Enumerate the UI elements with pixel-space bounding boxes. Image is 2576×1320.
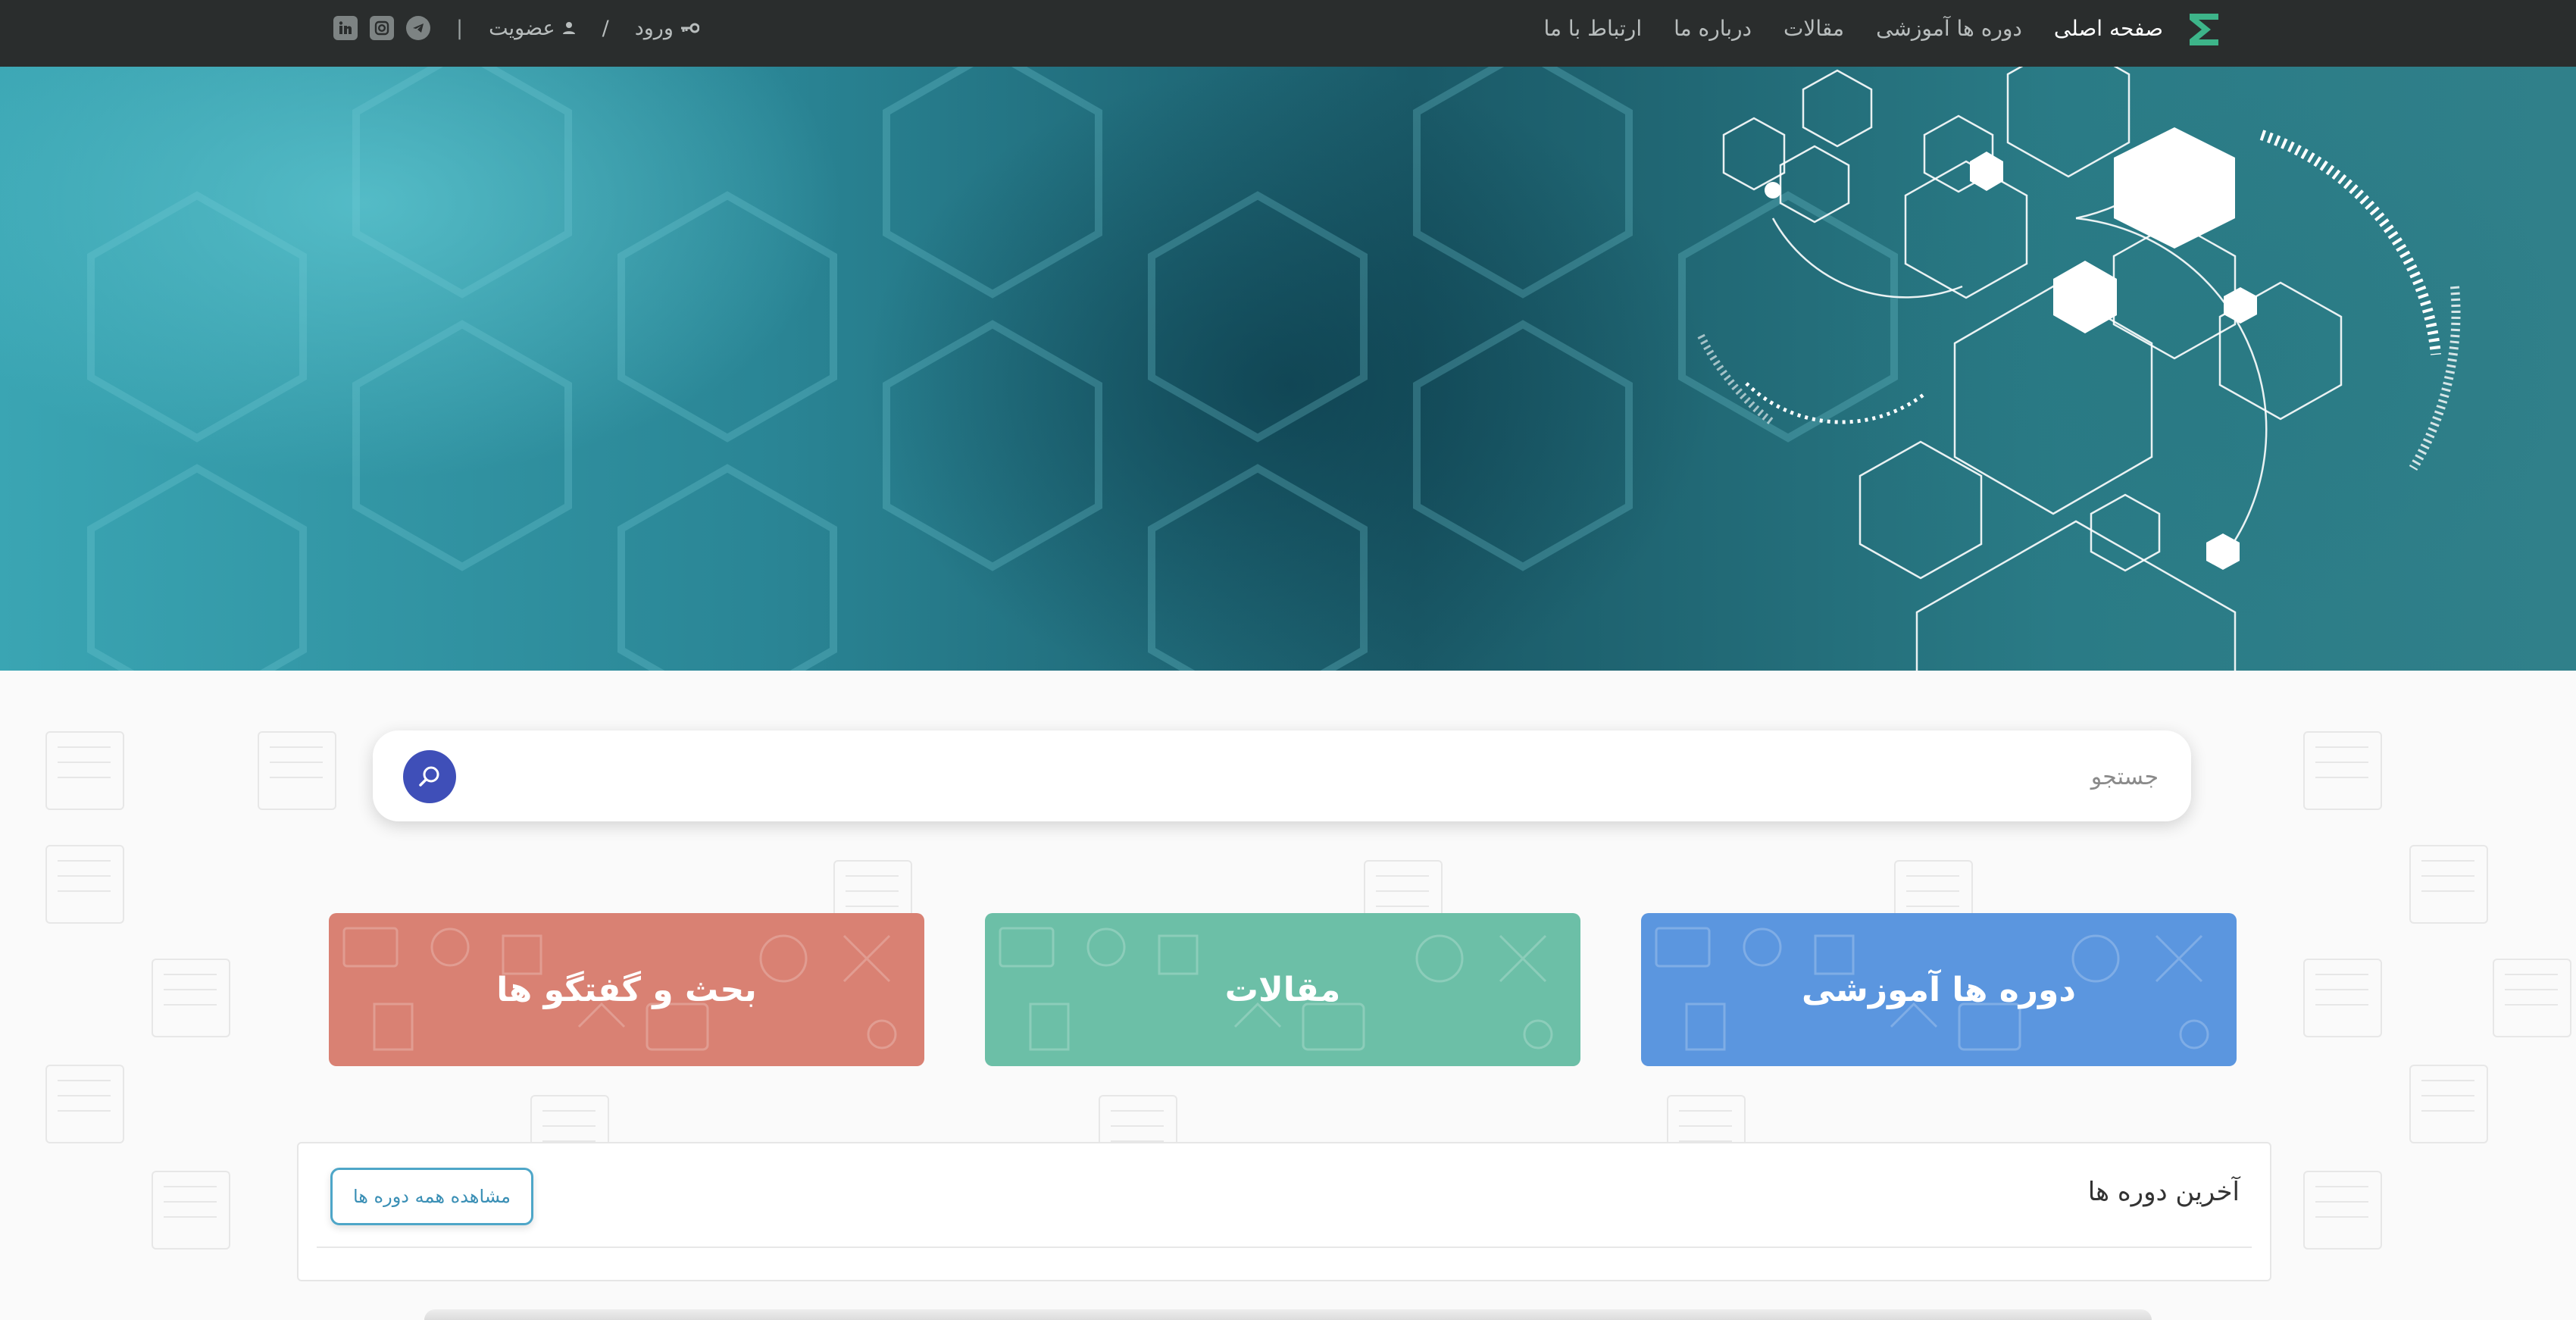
pattern-glyph [258,731,336,810]
search-button[interactable] [403,750,456,803]
key-icon [680,23,699,33]
pattern-glyph [2409,845,2488,924]
linkedin-icon[interactable] [333,16,358,40]
nav-item-courses[interactable]: دوره ها آموزشی [1876,16,2022,41]
latest-courses-panel: آخرین دوره ها مشاهده همه دوره ها [297,1142,2271,1281]
category-label-articles: مقالات [1224,970,1341,1009]
pattern-glyph [2303,731,2382,810]
category-label-forum: بحث و گفتگو ها [496,970,757,1009]
login-link[interactable]: ورود [635,17,699,40]
pattern-glyph [45,731,124,810]
category-card-articles[interactable]: مقالات [985,913,1580,1066]
login-label: ورود [634,16,674,40]
hero-banner [0,67,2576,671]
pattern-glyph [2303,1171,2382,1250]
main-menu: صفحه اصلی دوره ها آموزشی مقالات درباره م… [1543,0,2163,56]
pattern-glyph [152,959,230,1037]
pattern-glyph [2409,1065,2488,1143]
auth-slash: / [602,16,609,40]
search-icon [419,766,439,787]
next-section-edge [424,1309,2152,1320]
nav-item-contact[interactable]: ارتباط با ما [1543,16,1642,41]
register-link[interactable]: عضویت [489,17,577,40]
nav-item-about[interactable]: درباره ما [1674,16,1752,41]
view-all-courses-button[interactable]: مشاهده همه دوره ها [330,1168,533,1225]
nav-separator: | [456,16,464,40]
pattern-glyph [152,1171,230,1250]
pattern-glyph [45,845,124,924]
instagram-icon[interactable] [370,16,394,40]
nav-item-articles[interactable]: مقالات [1784,16,1844,41]
panel-divider [317,1246,2252,1248]
category-label-courses: دوره ها آموزشی [1802,970,2076,1009]
brand-logo-icon[interactable] [2185,9,2223,50]
register-label: عضویت [489,16,555,40]
hexagon-tech-illustration [87,67,2461,671]
pattern-glyph [45,1065,124,1143]
category-card-courses[interactable]: دوره ها آموزشی [1641,913,2237,1066]
pattern-glyph [2493,959,2571,1037]
telegram-icon[interactable] [406,16,430,40]
search-bar [373,730,2191,821]
top-navbar: صفحه اصلی دوره ها آموزشی مقالات درباره م… [0,0,2576,67]
nav-utilities: | عضویت / ورود [333,0,699,56]
nav-item-home[interactable]: صفحه اصلی [2054,16,2163,41]
user-icon [562,22,575,34]
category-card-forum[interactable]: بحث و گفتگو ها [329,913,924,1066]
latest-courses-title: آخرین دوره ها [2087,1177,2240,1207]
pattern-glyph [2303,959,2382,1037]
search-input[interactable] [479,753,2160,800]
